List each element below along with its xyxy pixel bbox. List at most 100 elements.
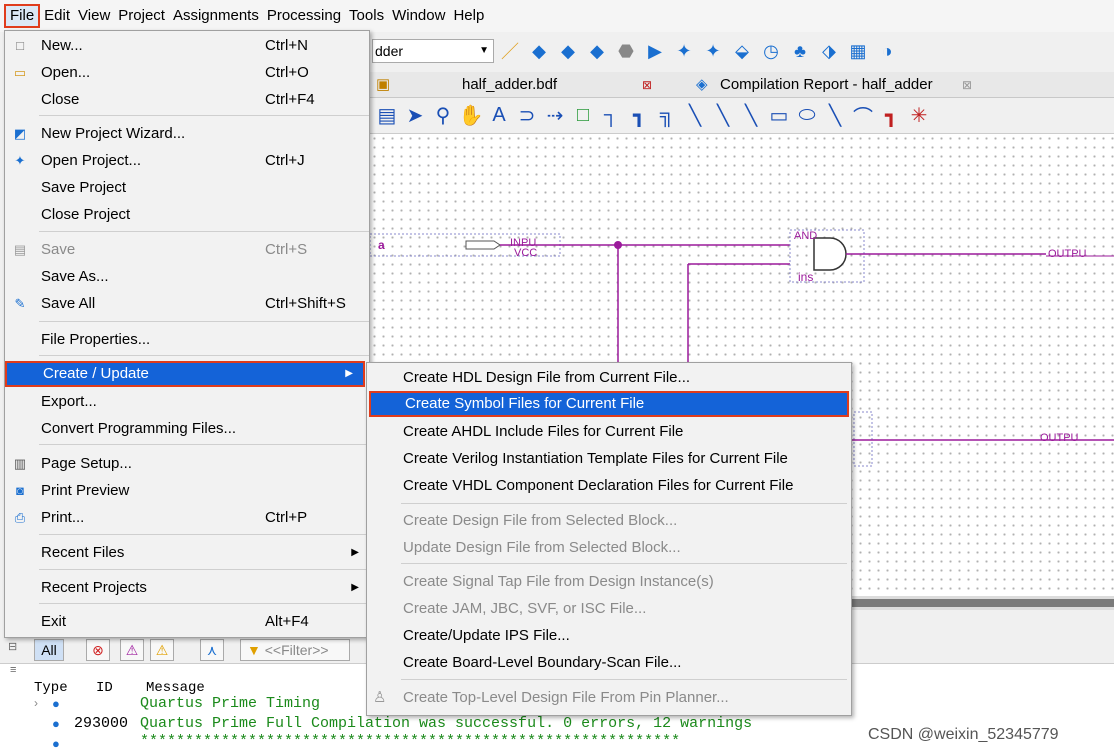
file-menu-item[interactable]: ▥ Page Setup... (5, 451, 369, 477)
menu-view[interactable]: View (74, 4, 114, 28)
menu-file[interactable]: File (4, 4, 41, 28)
symbol-tool-icon[interactable]: ⊃ (514, 102, 540, 130)
column-id[interactable]: ID (96, 680, 113, 696)
orthogonal-bus-icon[interactable]: ┓ (626, 102, 652, 130)
message-text[interactable]: Quartus Prime Full Compilation was succe… (140, 715, 752, 732)
analysis-icon[interactable]: ◆ (526, 38, 552, 64)
line-tool-icon[interactable]: ╲ (822, 102, 848, 130)
file-menu-item[interactable]: □ New... Ctrl+N (5, 33, 369, 59)
warning-filter-icon[interactable]: ⚠ (150, 639, 174, 661)
message-filter-input[interactable]: ▼ <<Filter>> (240, 639, 350, 661)
file-menu-item[interactable]: Save As... (5, 264, 369, 290)
submenu-item[interactable]: Create VHDL Component Declaration Files … (367, 473, 851, 499)
assembler-icon[interactable]: ⬙ (729, 38, 755, 64)
error-filter-icon[interactable]: ⊗ (86, 639, 110, 661)
submenu-item[interactable]: Create HDL Design File from Current File… (367, 365, 851, 391)
file-menu-item[interactable]: Close Ctrl+F4 (5, 87, 369, 113)
submenu-item[interactable]: Create Design File from Selected Block..… (367, 508, 851, 534)
panel-menu-icon[interactable]: ≡ (10, 664, 16, 676)
file-menu-item[interactable]: Close Project (5, 202, 369, 228)
fitter-icon[interactable]: ◆ (584, 38, 610, 64)
file-menu-item[interactable]: ✦ Open Project... Ctrl+J (5, 148, 369, 174)
menu-help[interactable]: Help (449, 4, 488, 28)
submenu-item[interactable]: Create JAM, JBC, SVF, or ISC File... (367, 596, 851, 622)
partial-line-select-icon[interactable]: ┓ (878, 102, 904, 130)
close-tab-icon[interactable]: ⊠ (962, 72, 972, 98)
submenu-item[interactable]: Create Verilog Instantiation Template Fi… (367, 446, 851, 472)
submenu-item[interactable]: Create Signal Tap File from Design Insta… (367, 569, 851, 595)
pencil-icon[interactable]: ／ (497, 38, 523, 64)
file-menu-item[interactable]: Exit Alt+F4 (5, 609, 369, 635)
critical-warning-filter-icon[interactable]: ⚠ (120, 639, 144, 661)
text-tool-icon[interactable]: A (486, 102, 512, 130)
file-menu-item[interactable]: ⎙ Print... Ctrl+P (5, 505, 369, 531)
detach-window-icon[interactable]: ▤ (374, 102, 400, 130)
timing-icon[interactable]: ✦ (700, 38, 726, 64)
file-menu-item[interactable]: ▤ Save Ctrl+S (5, 237, 369, 263)
scrollbar-thumb[interactable] (850, 599, 1114, 607)
close-tab-icon[interactable]: ⊠ (642, 72, 652, 98)
synthesis-icon[interactable]: ◆ (555, 38, 581, 64)
column-type[interactable]: Type (34, 680, 68, 696)
diagonal-node-icon[interactable]: ╲ (682, 102, 708, 130)
zoom-tool-icon[interactable]: ⚲ (430, 102, 456, 130)
page-setup-icon: ▥ (13, 456, 27, 471)
selection-tool-icon[interactable]: ➤ (402, 102, 428, 130)
file-menu-item[interactable]: ▭ Open... Ctrl+O (5, 60, 369, 86)
file-menu-item[interactable]: Recent Files ▶ (5, 540, 369, 566)
analysis-elaboration-icon[interactable]: ✦ (671, 38, 697, 64)
menu-processing[interactable]: Processing (263, 4, 345, 28)
submenu-item[interactable]: Update Design File from Selected Block..… (367, 535, 851, 561)
file-menu-item[interactable]: File Properties... (5, 327, 369, 353)
tab-half-adder-bdf[interactable]: half_adder.bdf (462, 72, 557, 98)
expand-arrow-icon[interactable]: › (34, 696, 38, 710)
ellipse-tool-icon[interactable]: ⬭ (794, 102, 820, 130)
file-menu-item[interactable]: Convert Programming Files... (5, 416, 369, 442)
file-menu-item[interactable]: Create / Update ▶ (5, 361, 365, 387)
block-tool-icon[interactable]: □ (570, 102, 596, 130)
submenu-item[interactable]: Create Symbol Files for Current File (369, 391, 849, 417)
hand-tool-icon[interactable]: ✋ (458, 102, 484, 130)
file-menu-item[interactable]: ◙ Print Preview (5, 478, 369, 504)
submenu-item[interactable]: ♙ Create Top-Level Design File From Pin P… (367, 685, 851, 711)
column-message[interactable]: Message (146, 680, 205, 696)
submenu-item[interactable]: Create/Update IPS File... (367, 623, 851, 649)
submenu-item[interactable]: Create Board-Level Boundary-Scan File... (367, 650, 851, 676)
netlist-viewer-icon[interactable]: ♣ (787, 38, 813, 64)
message-text[interactable]: Quartus Prime Timing (140, 695, 320, 712)
suppress-filter-icon[interactable]: ⋏ (200, 639, 224, 661)
menu-project[interactable]: Project (114, 4, 169, 28)
submenu-item[interactable]: Create AHDL Include Files for Current Fi… (367, 419, 851, 445)
help-balloon-icon[interactable]: ◑ (874, 38, 900, 64)
stop-icon[interactable]: ⬣ (613, 38, 639, 64)
rubberbanding-icon[interactable]: ✳ (906, 102, 932, 130)
file-menu-item[interactable]: Export... (5, 389, 369, 415)
programmer-icon[interactable]: ⬗ (816, 38, 842, 64)
message-text[interactable]: ****************************************… (140, 733, 860, 750)
info-icon: ● (52, 736, 60, 751)
diagonal-bus-icon[interactable]: ╲ (710, 102, 736, 130)
start-compilation-icon[interactable]: ▶ (642, 38, 668, 64)
filter-all-button[interactable]: All (34, 639, 64, 661)
orthogonal-conduit-icon[interactable]: ╗ (654, 102, 680, 130)
tab-compilation-report[interactable]: Compilation Report - half_adder (720, 72, 933, 98)
file-menu-item[interactable]: Save Project (5, 175, 369, 201)
arc-tool-icon[interactable]: ⌒ (850, 102, 876, 130)
panel-pin-icon[interactable]: ⊟ (8, 640, 17, 653)
menu-item-label: Open... (41, 64, 91, 81)
file-menu-item[interactable]: ✎ Save All Ctrl+Shift+S (5, 291, 369, 317)
diagonal-conduit-icon[interactable]: ╲ (738, 102, 764, 130)
file-menu-item[interactable]: Recent Projects ▶ (5, 575, 369, 601)
chip-planner-icon[interactable]: ▦ (845, 38, 871, 64)
pin-tool-icon[interactable]: ⇢ (542, 102, 568, 130)
menu-window[interactable]: Window (388, 4, 449, 28)
project-combo[interactable]: dder ▼ (372, 39, 494, 63)
file-menu-item[interactable]: ◩ New Project Wizard... (5, 121, 369, 147)
chevron-down-icon[interactable]: ▼ (479, 40, 489, 62)
menu-assignments[interactable]: Assignments (169, 4, 263, 28)
rectangle-tool-icon[interactable]: ▭ (766, 102, 792, 130)
orthogonal-node-icon[interactable]: ┐ (598, 102, 624, 130)
menu-edit[interactable]: Edit (40, 4, 74, 28)
menu-tools[interactable]: Tools (345, 4, 388, 28)
timing-analyzer-icon[interactable]: ◷ (758, 38, 784, 64)
